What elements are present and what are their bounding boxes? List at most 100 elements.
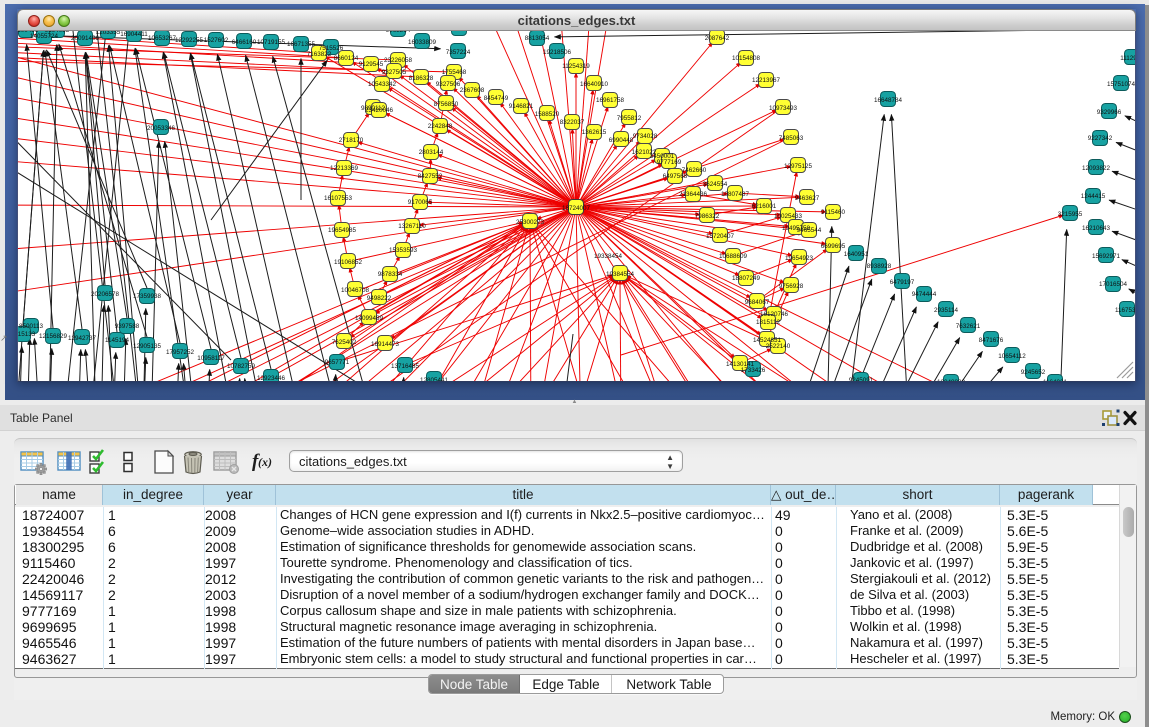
svg-text:11425005: 11425005 <box>445 31 473 32</box>
svg-text:17359938: 17359938 <box>133 293 162 300</box>
svg-text:9063214: 9063214 <box>386 31 411 34</box>
svg-text:9245091: 9245091 <box>849 377 874 382</box>
svg-text:6216001: 6216001 <box>752 203 777 210</box>
svg-text:16671355: 16671355 <box>287 41 316 48</box>
svg-text:12213369: 12213369 <box>330 165 359 172</box>
svg-text:20206578: 20206578 <box>91 291 120 298</box>
svg-text:9474444: 9474444 <box>912 291 937 298</box>
svg-text:3215955: 3215955 <box>1058 211 1083 218</box>
svg-text:16914473: 16914473 <box>371 341 400 348</box>
svg-text:1112904: 1112904 <box>1120 55 1135 62</box>
svg-text:2803144: 2803144 <box>419 149 444 156</box>
svg-text:10048822: 10048822 <box>937 379 966 382</box>
svg-text:10154808: 10154808 <box>732 55 761 62</box>
svg-text:1640951: 1640951 <box>844 251 869 258</box>
svg-text:13267110: 13267110 <box>398 223 426 230</box>
svg-text:25300273: 25300273 <box>516 219 545 226</box>
svg-text:20053346: 20053346 <box>147 125 176 132</box>
svg-text:16210643: 16210643 <box>1082 225 1111 232</box>
svg-text:9129545: 9129545 <box>359 61 384 68</box>
svg-text:1755468: 1755468 <box>442 69 467 76</box>
svg-text:9756928: 9756928 <box>779 283 804 290</box>
svg-text:18724007: 18724007 <box>562 205 591 212</box>
svg-text:15720407: 15720407 <box>706 233 735 240</box>
svg-text:21364436: 21364436 <box>679 191 708 198</box>
svg-text:10958117: 10958117 <box>197 355 225 362</box>
svg-text:6479197: 6479197 <box>890 279 915 286</box>
svg-text:6466160: 6466160 <box>232 39 257 46</box>
svg-text:12905135: 12905135 <box>133 343 162 350</box>
svg-text:10046708: 10046708 <box>341 287 370 294</box>
svg-text:16904411: 16904411 <box>120 31 148 38</box>
svg-text:23226058: 23226058 <box>384 57 413 64</box>
svg-text:7955812: 7955812 <box>617 115 642 122</box>
svg-text:7357224: 7357224 <box>446 49 471 56</box>
svg-text:12942737: 12942737 <box>68 335 97 342</box>
svg-text:12156829: 12156829 <box>39 333 68 340</box>
svg-text:20091406: 20091406 <box>71 35 100 42</box>
svg-text:18807249: 18807249 <box>732 275 761 282</box>
svg-text:10807487: 10807487 <box>721 191 750 198</box>
svg-text:9146821: 9146821 <box>509 103 534 110</box>
svg-text:15692971: 15692971 <box>1092 253 1121 260</box>
svg-text:13716485: 13716485 <box>391 363 420 370</box>
svg-text:16120746: 16120746 <box>760 311 789 318</box>
svg-text:9245652: 9245652 <box>1021 369 1046 376</box>
svg-text:8427552: 8427552 <box>418 173 443 180</box>
svg-text:8322037: 8322037 <box>560 119 585 126</box>
svg-text:1164021: 1164021 <box>1043 379 1068 382</box>
svg-text:1145194: 1145194 <box>105 337 130 344</box>
svg-text:8938928: 8938928 <box>867 263 892 270</box>
svg-text:9777169: 9777169 <box>657 159 682 166</box>
svg-text:10688609: 10688609 <box>719 253 748 260</box>
svg-text:1362615: 1362615 <box>582 129 607 136</box>
svg-text:8500113: 8500113 <box>19 323 44 330</box>
svg-text:9878334: 9878334 <box>378 271 403 278</box>
svg-text:2718170: 2718170 <box>339 137 364 144</box>
svg-text:2522140: 2522140 <box>766 343 791 350</box>
svg-text:19218506: 19218506 <box>543 49 572 56</box>
svg-text:10973493: 10973493 <box>769 105 798 112</box>
svg-text:9463627: 9463627 <box>795 195 820 202</box>
svg-text:9170065: 9170065 <box>408 199 433 206</box>
svg-text:9465544: 9465544 <box>797 227 822 234</box>
svg-text:10782759: 10782759 <box>227 363 256 370</box>
svg-text:9327506: 9327506 <box>436 81 461 88</box>
svg-text:7986322: 7986322 <box>695 213 720 220</box>
svg-text:9329966: 9329966 <box>1097 109 1122 116</box>
svg-text:9657771: 9657771 <box>325 359 350 366</box>
svg-text:6990448: 6990448 <box>609 137 634 144</box>
svg-text:10653267: 10653267 <box>148 35 177 42</box>
svg-text:1203355: 1203355 <box>96 31 121 36</box>
svg-text:16107553: 16107553 <box>324 195 353 202</box>
svg-text:12975125: 12975125 <box>784 163 813 170</box>
svg-text:9684067: 9684067 <box>745 299 770 306</box>
svg-text:3624554: 3624554 <box>703 181 728 188</box>
svg-text:16033809: 16033809 <box>408 39 437 46</box>
svg-text:16640910: 16640910 <box>580 81 609 88</box>
svg-text:8813054: 8813054 <box>525 35 550 42</box>
svg-text:1815112: 1815112 <box>756 319 781 326</box>
svg-text:6699695: 6699695 <box>821 243 846 250</box>
svg-text:3915133: 3915133 <box>18 331 36 338</box>
svg-text:14099489: 14099489 <box>355 315 384 322</box>
svg-text:8756850: 8756850 <box>434 101 459 108</box>
svg-text:19384554: 19384554 <box>606 271 635 278</box>
svg-text:19338454: 19338454 <box>594 253 623 260</box>
svg-text:8660124: 8660124 <box>334 55 359 62</box>
svg-text:1588520: 1588520 <box>535 111 560 118</box>
svg-text:1527602: 1527602 <box>204 37 229 44</box>
svg-text:10543342: 10543342 <box>368 81 397 88</box>
svg-text:16648784: 16648784 <box>874 97 903 104</box>
svg-text:14130141: 14130141 <box>726 361 755 368</box>
svg-text:1167533: 1167533 <box>1115 307 1135 314</box>
svg-text:1733426: 1733426 <box>741 367 766 374</box>
svg-text:2367608: 2367608 <box>460 87 485 94</box>
svg-text:11254319: 11254319 <box>562 63 590 70</box>
svg-text:8186328: 8186328 <box>409 75 434 82</box>
svg-text:14055724: 14055724 <box>30 33 59 40</box>
svg-text:9327505: 9327505 <box>382 69 407 76</box>
svg-text:9734028: 9734028 <box>633 133 658 140</box>
svg-text:10025433: 10025433 <box>774 213 803 220</box>
svg-text:2242848: 2242848 <box>428 123 453 130</box>
